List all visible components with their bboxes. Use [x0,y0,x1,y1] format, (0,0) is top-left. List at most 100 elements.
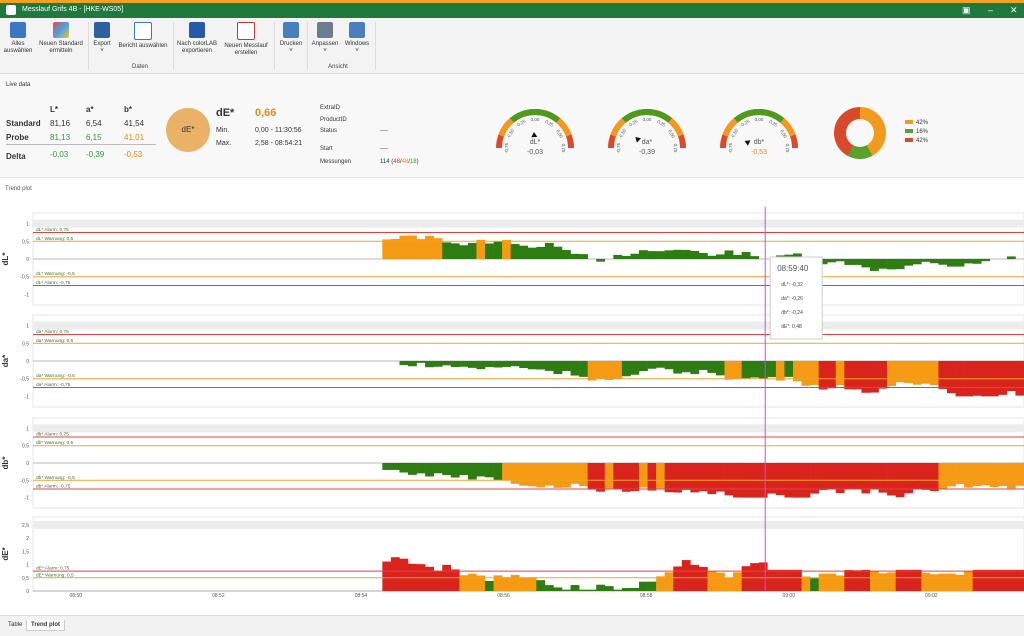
chart-bar [724,250,734,259]
export-colorlab-button[interactable]: Nach colorLAB exportieren [175,22,219,55]
group-ansicht: Ansicht [328,64,348,70]
chart-bar [382,561,392,591]
y-tick-label: 0 [26,257,29,263]
chart-bar [955,574,965,591]
chart-bar [998,361,1008,395]
chart-bar [416,361,426,363]
app-icon [6,5,16,15]
chart-bar [827,361,837,389]
chart-bar [656,576,665,591]
chart-bar [724,577,734,591]
header-l: L* [50,105,58,114]
chart-bar [989,569,999,591]
chart-bar [493,463,503,481]
bottom-tabs: Table Trend plot [0,615,1024,636]
chart-bar [870,463,879,490]
chart-bar [887,463,896,496]
chart-bar [698,253,708,259]
chart-bar [818,573,828,591]
chart-bar [399,235,409,259]
chart-bar [827,463,837,490]
chart-bar [579,589,588,591]
windows-button[interactable]: Windows ˅ [342,22,372,55]
chart-bar [587,463,597,490]
group-daten: Daten [131,64,148,70]
chart-bar [450,569,460,591]
chart-bar [707,571,717,591]
chart-bar [741,251,751,259]
chart-bar [596,259,606,262]
threshold-label: dE* Warnung: 0,5 [36,572,74,578]
chart-bar [681,560,691,591]
chart-bar [408,361,417,367]
chart-bar [852,463,862,490]
chart-bar [870,571,879,591]
chart-bar [467,361,477,368]
chart-bar [989,463,999,488]
tab-trend-plot[interactable]: Trend plot [26,620,65,631]
restore-icon[interactable]: ▣ [962,5,971,16]
chart-bar [502,361,511,367]
chart-bar [476,463,486,477]
chart-bar [536,246,546,259]
customize-button[interactable]: Anpassen ˅ [310,22,340,55]
minimize-icon[interactable]: – [988,5,993,15]
x-tick-label: 09:00 [782,593,795,599]
chart-bar [733,254,742,259]
chart-bar [527,463,537,487]
chart-bar [681,249,691,259]
new-run-button[interactable]: Neuen Messlauf erstellen [221,22,271,57]
chart-bar [519,463,529,486]
chart-bar [664,361,674,370]
chart-bar [964,259,973,264]
chart-bar [972,259,982,264]
extraid-label: ExtraID [320,105,341,111]
chart-bar [716,572,725,591]
chart-bar [964,571,973,591]
gauge-name: db* [754,139,765,146]
chart-bar [664,250,674,259]
select-all-button[interactable]: Alles auswählen [3,22,33,55]
new-standard-button[interactable]: Neuen Standard ermitteln [36,22,86,55]
select-report-button[interactable]: Bericht auswählen [115,22,171,50]
chart-bar [442,463,452,476]
chart-bar [613,361,623,379]
chart-bar [810,361,819,385]
chart-bar [553,463,563,488]
chart-bar [981,463,991,486]
chart-bar [570,585,580,591]
chart-bar [425,361,434,368]
chart-bar [878,361,888,389]
close-icon[interactable]: ✕ [1010,5,1018,16]
threshold-label: dL* Alarm: 0,75 [36,227,69,233]
header-a: a* [86,105,94,114]
chart-bar [818,361,828,390]
trend-plots[interactable]: dL* 1 0,5 0 -0,5 -1 dL* Alarm: 0,75 dL* Warnung… [0,199,1024,599]
chart-bar [579,361,588,377]
row-probe-label: Probe [6,133,29,142]
chart-bar [921,259,931,262]
chart-bar [827,573,837,591]
gauge-value: -0,39 [639,149,655,156]
export-button[interactable]: Export ˅ [91,22,113,55]
chart-bar [664,572,674,591]
tab-table[interactable]: Table [4,620,26,630]
chart-bar [613,254,623,259]
start-label: Start [320,146,333,152]
chart-bar [630,361,640,375]
probe-a: 6,15 [86,133,102,142]
chart-bar [912,259,922,265]
tooltip-row: dE*: 0,48 [781,324,802,330]
live-data-title: Live data [6,82,31,88]
chart-bar [938,361,948,389]
chart-bar [656,463,665,489]
print-button[interactable]: Drucken ˅ [277,22,305,55]
chart-bar [929,259,939,264]
chart-bar [895,259,905,270]
chart-bar [544,585,554,591]
chart-bar [604,463,614,489]
window-title: Messlauf Grifs 4B - [HKE-WS05] [22,6,124,13]
chart-bar [621,588,631,591]
chart-bar [502,239,511,259]
colorlab-icon [189,22,205,38]
